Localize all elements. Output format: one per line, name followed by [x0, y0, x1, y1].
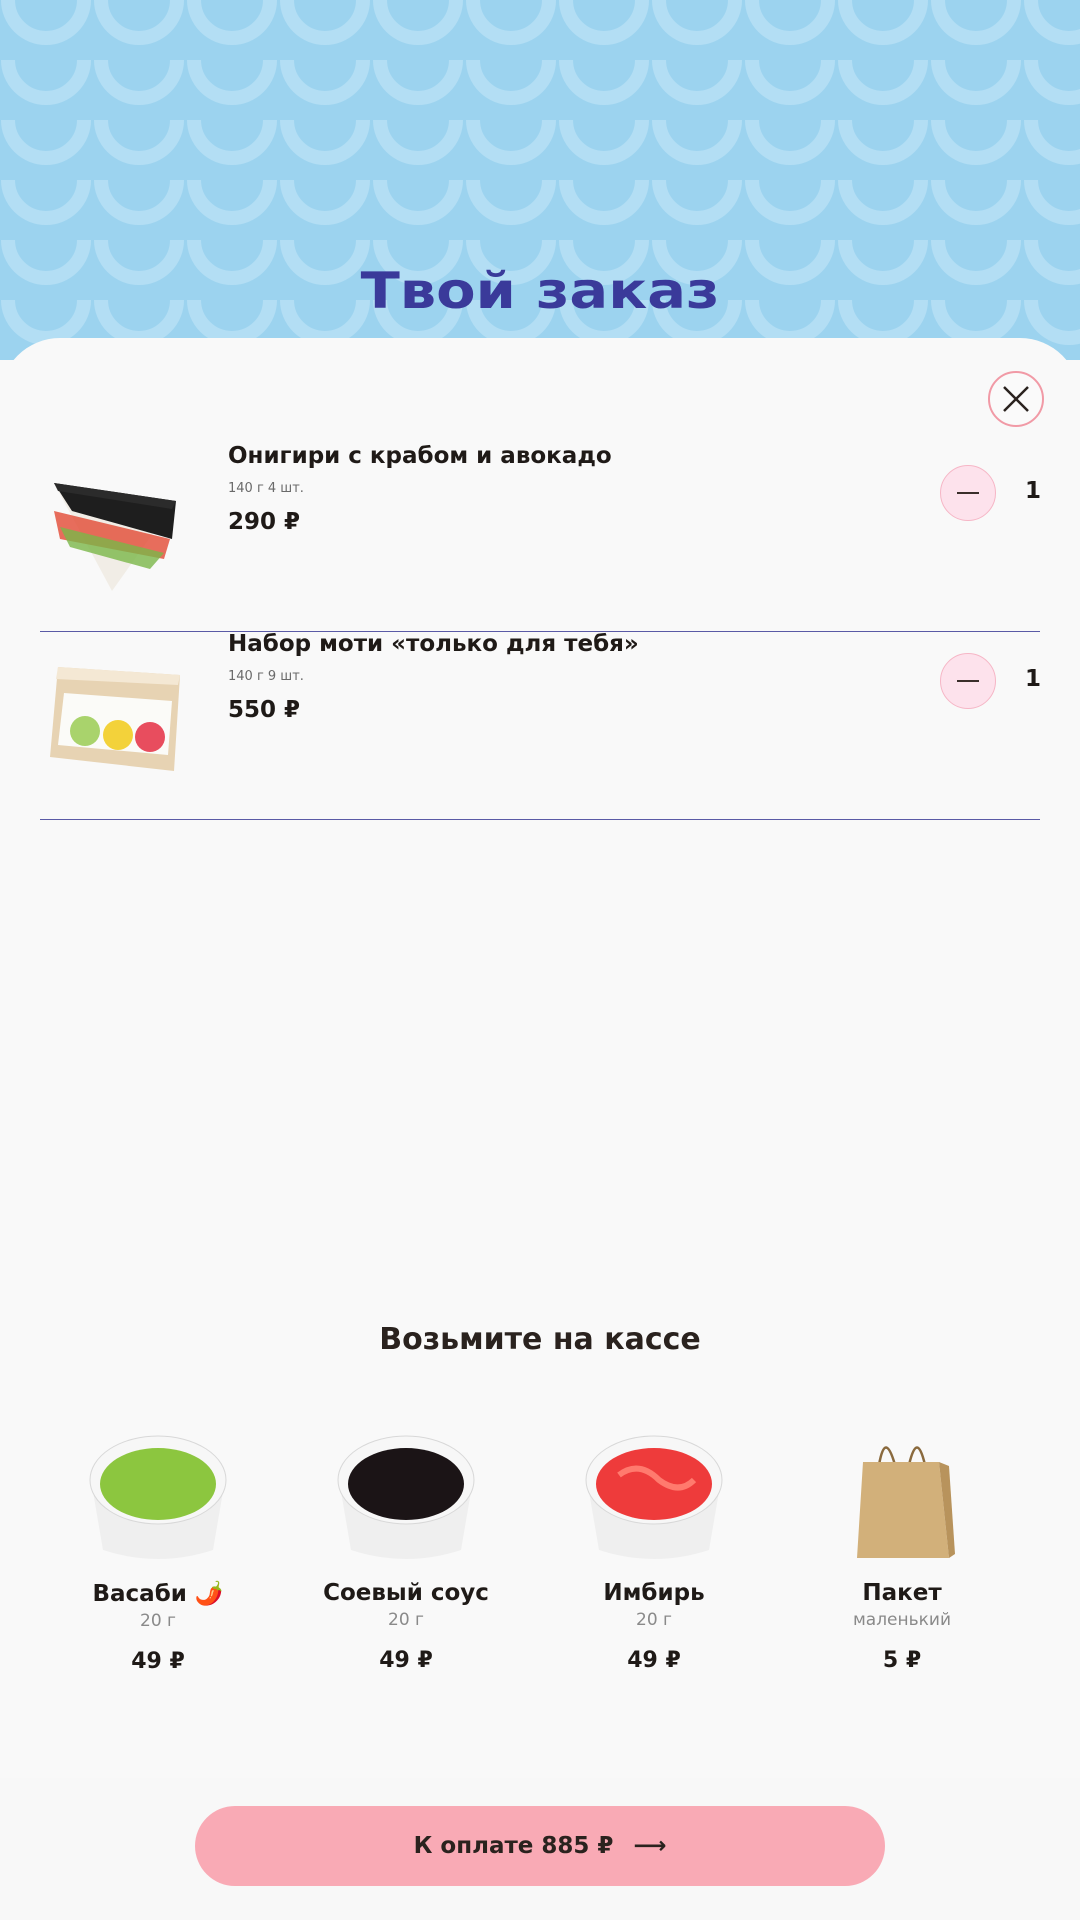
page-title: Твой заказ: [360, 262, 720, 320]
checkout-button[interactable]: К оплате 885 ₽ ⟶: [195, 1806, 885, 1886]
extra-item-soy-sauce[interactable]: Соевый соус 20 г 49 ₽: [296, 1420, 516, 1673]
minus-icon: [957, 680, 979, 682]
footer-bar: К оплате 885 ₽ ⟶: [0, 1778, 1080, 1920]
wasabi-image: [89, 1435, 227, 1559]
onigiri-image: [54, 483, 176, 591]
mochi-box-image: [50, 667, 180, 771]
header-banner: Твой заказ: [0, 0, 1080, 360]
extras-title: Возьмите на кассе: [379, 1322, 701, 1357]
close-button[interactable]: [988, 371, 1044, 427]
decrease-quantity-button[interactable]: [940, 653, 996, 709]
checkout-label: К оплате 885 ₽: [413, 1833, 614, 1859]
extra-name: Пакет: [862, 1580, 942, 1606]
item-price: 550 ₽: [228, 697, 301, 723]
extra-sub: маленький: [852, 1610, 952, 1630]
extra-price: 49 ₽: [379, 1648, 433, 1673]
item-quantity: 1: [1025, 478, 1042, 504]
arrow-right-icon: ⟶: [633, 1833, 667, 1859]
paper-bag-image: [857, 1446, 955, 1558]
item-name: Набор моти «только для тебя»: [228, 631, 639, 657]
extra-sub: 20 г: [636, 1610, 672, 1630]
decrease-quantity-button[interactable]: [940, 465, 996, 521]
extra-price: 49 ₽: [627, 1648, 681, 1673]
minus-icon: [957, 492, 979, 494]
order-item: Набор моти «только для тебя» 140 г 9 шт.…: [40, 631, 1042, 820]
close-icon: [1003, 386, 1029, 412]
order-item: Онигири с крабом и авокадо 140 г 4 шт. 2…: [40, 443, 1042, 632]
item-price: 290 ₽: [228, 509, 301, 535]
extra-price: 49 ₽: [131, 1649, 185, 1674]
ginger-image: [585, 1435, 723, 1559]
extra-sub: 20 г: [388, 1610, 424, 1630]
item-weight: 140 г 9 шт.: [228, 669, 304, 684]
item-name: Онигири с крабом и авокадо: [228, 443, 612, 469]
extra-price: 5 ₽: [882, 1648, 922, 1673]
extra-item-wasabi[interactable]: Васаби 🌶️ 20 г 49 ₽: [48, 1420, 268, 1674]
item-quantity: 1: [1025, 666, 1042, 692]
extra-sub: 20 г: [140, 1611, 176, 1631]
extra-item-bag[interactable]: Пакет маленький 5 ₽: [792, 1420, 1012, 1673]
extra-name: Васаби 🌶️: [92, 1581, 224, 1607]
extra-name: Соевый соус: [323, 1580, 489, 1606]
soy-sauce-image: [337, 1435, 475, 1559]
extra-name: Имбирь: [603, 1580, 705, 1606]
item-weight: 140 г 4 шт.: [228, 481, 304, 496]
extra-item-ginger[interactable]: Имбирь 20 г 49 ₽: [544, 1420, 764, 1673]
